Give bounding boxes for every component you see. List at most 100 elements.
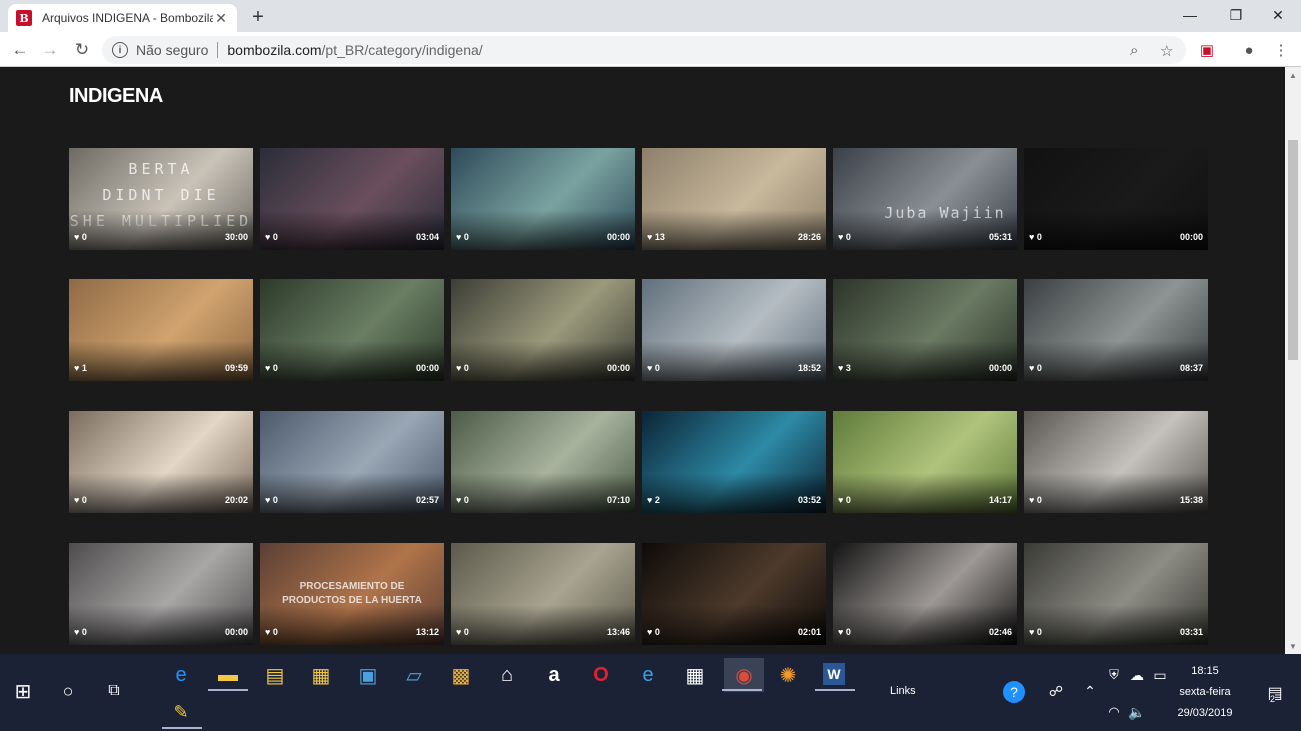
word-icon[interactable]: W [823, 663, 845, 685]
like-count[interactable]: ♥ 2 [647, 495, 660, 505]
chrome-icon[interactable]: ◉ [724, 658, 764, 692]
like-count[interactable]: ♥ 0 [265, 495, 278, 505]
video-thumbnail[interactable]: ♥ 0 20:02 [69, 411, 253, 513]
like-count[interactable]: ♥ 0 [838, 627, 851, 637]
scroll-up-icon[interactable]: ▲ [1285, 67, 1301, 83]
like-count[interactable]: ♥ 0 [265, 232, 278, 242]
back-button[interactable]: ← [8, 38, 32, 62]
opera-icon[interactable]: O [584, 658, 618, 692]
like-count[interactable]: ♥ 0 [1029, 627, 1042, 637]
video-thumbnail[interactable]: ♥ 0 02:01 [642, 543, 826, 645]
volume-icon[interactable]: 🔈 [1120, 695, 1154, 729]
close-tab-icon[interactable]: ✕ [213, 10, 229, 27]
address-bar[interactable]: i Não seguro bombozila.com/pt_BR/categor… [102, 36, 1186, 64]
laptop-icon[interactable]: ▱ [397, 658, 431, 692]
documents-icon[interactable]: ▤ [258, 658, 292, 692]
like-count[interactable]: ♥ 0 [1029, 363, 1042, 373]
people-icon[interactable]: ☍ [1039, 674, 1073, 708]
info-icon[interactable]: i [112, 42, 128, 58]
windows-start-icon[interactable]: ⊞ [6, 674, 40, 708]
like-count[interactable]: ♥ 13 [647, 232, 665, 242]
video-thumbnail[interactable]: ♥ 0 14:17 [833, 411, 1017, 513]
forward-button[interactable]: → [38, 38, 62, 62]
video-thumbnail[interactable]: ♥ 0 03:04 [260, 148, 444, 250]
like-count[interactable]: ♥ 0 [838, 232, 851, 242]
video-thumbnail[interactable]: ♥ 0 00:00 [69, 543, 253, 645]
scroll-down-icon[interactable]: ▼ [1285, 638, 1301, 654]
menu-icon[interactable]: ⋮ [1270, 39, 1292, 61]
thumbnail-shade [260, 473, 444, 513]
like-count[interactable]: ♥ 3 [838, 363, 851, 373]
video-thumbnail[interactable]: ♥ 0 13:46 [451, 543, 635, 645]
video-duration: 18:52 [797, 363, 821, 373]
contacts-icon[interactable]: ▣ [351, 658, 385, 692]
heart-icon: ♥ [1029, 495, 1037, 505]
like-count[interactable]: ♥ 0 [647, 363, 660, 373]
like-count[interactable]: ♥ 0 [74, 627, 87, 637]
like-count[interactable]: ♥ 0 [456, 232, 469, 242]
like-count[interactable]: ♥ 0 [1029, 232, 1042, 242]
video-thumbnail[interactable]: ♥ 0 07:10 [451, 411, 635, 513]
video-thumbnail[interactable]: PROCESAMIENTO DE PRODUCTOS DE LA HUERTA ♥ … [260, 543, 444, 645]
minimize-icon[interactable]: — [1167, 0, 1213, 30]
paint-icon[interactable]: ✎ [164, 695, 198, 729]
reload-button[interactable]: ↻ [70, 38, 94, 62]
video-thumbnail[interactable]: ♥ 13 28:26 [642, 148, 826, 250]
action-center-icon[interactable]: ▤ [1258, 676, 1292, 710]
like-count[interactable]: ♥ 1 [74, 363, 87, 373]
scrollbar-thumb[interactable] [1288, 140, 1298, 360]
folder-icon[interactable]: ▦ [304, 658, 338, 692]
video-thumbnail[interactable]: ♥ 3 00:00 [833, 279, 1017, 381]
thumbnail-shade [642, 605, 826, 645]
zoom-icon[interactable]: ⌕ [1130, 42, 1138, 59]
video-thumbnail[interactable]: ♥ 0 00:00 [1024, 148, 1208, 250]
clock-day[interactable]: sexta-feira [1170, 686, 1240, 698]
like-count[interactable]: ♥ 0 [265, 627, 278, 637]
bookmark-star-icon[interactable]: ☆ [1160, 42, 1173, 60]
video-duration: 00:00 [1179, 232, 1203, 242]
help-icon[interactable]: ? [1003, 681, 1025, 703]
video-thumbnail[interactable]: ♥ 0 03:31 [1024, 543, 1208, 645]
like-count[interactable]: ♥ 0 [456, 627, 469, 637]
clock-date[interactable]: 29/03/2019 [1170, 707, 1240, 719]
search-circle-icon[interactable]: ○ [51, 674, 85, 708]
video-thumbnail[interactable]: ♥ 0 02:57 [260, 411, 444, 513]
links-toolbar-label[interactable]: Links [890, 685, 916, 697]
home-icon[interactable]: ⌂ [490, 658, 524, 692]
amazon-icon[interactable]: a [537, 658, 571, 692]
video-thumbnail[interactable]: Juba Wajiin♥ 005:31 [833, 148, 1017, 250]
video-thumbnail[interactable]: ♥ 2 03:52 [642, 411, 826, 513]
video-thumbnail[interactable]: ♥ 0 18:52 [642, 279, 826, 381]
extension-icon[interactable]: ▣ [1196, 39, 1218, 61]
like-count[interactable]: ♥ 0 [647, 627, 660, 637]
video-thumbnail[interactable]: BERTADIDNT DIESHE MULTIPLIED♥ 030:00 [69, 148, 253, 250]
video-thumbnail[interactable]: ♥ 0 15:38 [1024, 411, 1208, 513]
app-icon[interactable]: ▩ [444, 658, 478, 692]
video-thumbnail[interactable]: ♥ 0 08:37 [1024, 279, 1208, 381]
clock-time[interactable]: 18:15 [1170, 665, 1240, 677]
settings-app-icon[interactable]: ✺ [771, 658, 805, 692]
like-count[interactable]: ♥ 0 [74, 495, 87, 505]
restore-icon[interactable]: ❐ [1213, 0, 1259, 30]
edge-icon[interactable]: e [164, 658, 198, 692]
internet-explorer-icon[interactable]: e [631, 658, 665, 692]
profile-icon[interactable]: ● [1238, 39, 1260, 61]
video-thumbnail[interactable]: ♥ 0 00:00 [260, 279, 444, 381]
like-count[interactable]: ♥ 0 [265, 363, 278, 373]
video-thumbnail[interactable]: ♥ 0 00:00 [451, 148, 635, 250]
task-view-icon[interactable]: ⧉ [97, 674, 131, 708]
calculator-icon[interactable]: ▦ [678, 658, 712, 692]
video-thumbnail[interactable]: ♥ 0 02:46 [833, 543, 1017, 645]
like-count[interactable]: ♥ 0 [838, 495, 851, 505]
new-tab-button[interactable]: + [249, 6, 267, 29]
like-count[interactable]: ♥ 0 [1029, 495, 1042, 505]
like-count[interactable]: ♥ 0 [456, 363, 469, 373]
like-count[interactable]: ♥ 0 [74, 232, 87, 242]
browser-tab[interactable]: B Arquivos INDIGENA - Bombozila ✕ [8, 4, 237, 32]
like-count[interactable]: ♥ 0 [456, 495, 469, 505]
video-thumbnail[interactable]: ♥ 1 09:59 [69, 279, 253, 381]
video-thumbnail[interactable]: ♥ 0 00:00 [451, 279, 635, 381]
file-explorer-icon[interactable]: ▬ [211, 658, 245, 692]
close-window-icon[interactable]: ✕ [1255, 0, 1301, 30]
vertical-scrollbar[interactable]: ▲ ▼ [1285, 67, 1301, 654]
